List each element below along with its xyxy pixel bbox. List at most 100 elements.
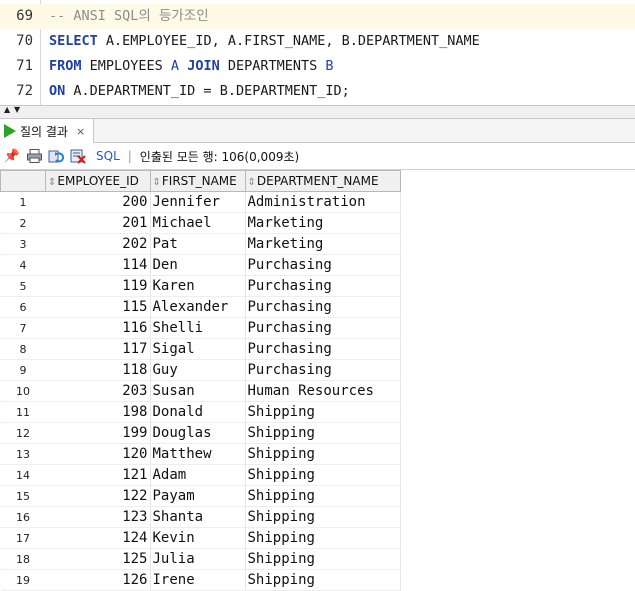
cell-department-name[interactable]: Shipping [245,401,401,423]
cell-employee-id[interactable]: 120 [45,443,151,465]
tab-query-result[interactable]: 질의 결과 × [0,119,95,143]
code-text[interactable]: FROM EMPLOYEES A JOIN DEPARTMENTS B [49,54,334,79]
table-row[interactable]: 12 199 Douglas Shipping [0,422,401,444]
cell-department-name[interactable]: Shipping [245,485,401,507]
result-grid[interactable]: ⇕EMPLOYEE_ID ⇕FIRST_NAME ⇕DEPARTMENT_NAM… [0,170,635,591]
cell-department-name[interactable]: Purchasing [245,275,401,297]
cell-employee-id[interactable]: 118 [45,359,151,381]
table-row[interactable]: 19 126 Irene Shipping [0,569,401,591]
cell-employee-id[interactable]: 114 [45,254,151,276]
cell-employee-id[interactable]: 115 [45,296,151,318]
cell-employee-id[interactable]: 124 [45,527,151,549]
cell-first-name[interactable]: Irene [150,569,246,591]
cell-employee-id[interactable]: 117 [45,338,151,360]
cell-department-name[interactable]: Shipping [245,548,401,570]
cell-employee-id[interactable]: 198 [45,401,151,423]
cell-first-name[interactable]: Julia [150,548,246,570]
cell-first-name[interactable]: Shelli [150,317,246,339]
table-row[interactable]: 13 120 Matthew Shipping [0,443,401,465]
column-header-employee-id[interactable]: ⇕EMPLOYEE_ID [45,170,151,192]
refresh-icon[interactable] [48,148,64,164]
cell-department-name[interactable]: Shipping [245,569,401,591]
sort-icon[interactable]: ⇕ [48,177,56,188]
cell-department-name[interactable]: Shipping [245,464,401,486]
table-row[interactable]: 10 203 Susan Human Resources [0,380,401,402]
cell-department-name[interactable]: Purchasing [245,254,401,276]
cell-department-name[interactable]: Purchasing [245,296,401,318]
cell-first-name[interactable]: Michael [150,212,246,234]
cell-first-name[interactable]: Guy [150,359,246,381]
table-row[interactable]: 18 125 Julia Shipping [0,548,401,570]
cell-department-name[interactable]: Shipping [245,422,401,444]
code-line[interactable]: 72 ON A.DEPARTMENT_ID = B.DEPARTMENT_ID; [0,79,635,104]
table-row[interactable]: 3 202 Pat Marketing [0,233,401,255]
print-icon[interactable] [26,148,42,164]
cell-first-name[interactable]: Karen [150,275,246,297]
cell-first-name[interactable]: Alexander [150,296,246,318]
table-row[interactable]: 6 115 Alexander Purchasing [0,296,401,318]
code-text[interactable]: SELECT A.EMPLOYEE_ID, A.FIRST_NAME, B.DE… [49,29,480,54]
cell-first-name[interactable]: Matthew [150,443,246,465]
cell-employee-id[interactable]: 122 [45,485,151,507]
cell-department-name[interactable]: Purchasing [245,317,401,339]
cancel-fetch-icon[interactable] [70,148,86,164]
code-line[interactable]: 71 FROM EMPLOYEES A JOIN DEPARTMENTS B [0,54,635,79]
code-text[interactable]: ON A.DEPARTMENT_ID = B.DEPARTMENT_ID; [49,79,350,104]
code-line[interactable]: 70 SELECT A.EMPLOYEE_ID, A.FIRST_NAME, B.… [0,29,635,54]
column-header-department-name[interactable]: ⇕DEPARTMENT_NAME [244,170,401,192]
table-row[interactable]: 15 122 Payam Shipping [0,485,401,507]
cell-first-name[interactable]: Sigal [150,338,246,360]
cell-first-name[interactable]: Kevin [150,527,246,549]
cell-department-name[interactable]: Purchasing [245,359,401,381]
cell-employee-id[interactable]: 116 [45,317,151,339]
sql-link[interactable]: SQL [96,149,120,163]
table-row[interactable]: 11 198 Donald Shipping [0,401,401,423]
cell-first-name[interactable]: Pat [150,233,246,255]
table-row[interactable]: 2 201 Michael Marketing [0,212,401,234]
cell-department-name[interactable]: Administration [245,191,401,213]
table-row[interactable]: 16 123 Shanta Shipping [0,506,401,528]
cell-department-name[interactable]: Shipping [245,443,401,465]
sql-editor[interactable]: 69 -- ANSI SQL의 등가조인 70 SELECT A.EMPLOYEE_I… [0,0,635,105]
cell-department-name[interactable]: Marketing [245,233,401,255]
cell-first-name[interactable]: Payam [150,485,246,507]
cell-first-name[interactable]: Adam [150,464,246,486]
cell-employee-id[interactable]: 125 [45,548,151,570]
cell-first-name[interactable]: Douglas [150,422,246,444]
cell-employee-id[interactable]: 119 [45,275,151,297]
cell-department-name[interactable]: Shipping [245,527,401,549]
collapse-up-icon[interactable]: ▲ [4,106,10,114]
code-text[interactable]: -- ANSI SQL의 등가조인 [49,4,209,29]
cell-department-name[interactable]: Marketing [245,212,401,234]
table-row[interactable]: 17 124 Kevin Shipping [0,527,401,549]
table-row[interactable]: 8 117 Sigal Purchasing [0,338,401,360]
cell-employee-id[interactable]: 201 [45,212,151,234]
cell-first-name[interactable]: Donald [150,401,246,423]
cell-employee-id[interactable]: 126 [45,569,151,591]
table-row[interactable]: 7 116 Shelli Purchasing [0,317,401,339]
cell-first-name[interactable]: Jennifer [150,191,246,213]
column-header-first-name[interactable]: ⇕FIRST_NAME [149,170,246,192]
panel-splitter[interactable]: ▲ ▼ [0,105,635,119]
cell-department-name[interactable]: Purchasing [245,338,401,360]
cell-employee-id[interactable]: 203 [45,380,151,402]
collapse-down-icon[interactable]: ▼ [14,106,20,114]
table-row[interactable]: 14 121 Adam Shipping [0,464,401,486]
close-icon[interactable]: × [76,125,85,138]
cell-department-name[interactable]: Human Resources [245,380,401,402]
pin-icon[interactable]: 📌 [4,148,20,164]
sort-icon[interactable]: ⇕ [248,177,256,188]
cell-first-name[interactable]: Den [150,254,246,276]
cell-employee-id[interactable]: 121 [45,464,151,486]
table-row[interactable]: 9 118 Guy Purchasing [0,359,401,381]
table-row[interactable]: 5 119 Karen Purchasing [0,275,401,297]
code-line[interactable]: 69 -- ANSI SQL의 등가조인 [0,4,635,29]
cell-employee-id[interactable]: 200 [45,191,151,213]
cell-employee-id[interactable]: 199 [45,422,151,444]
cell-first-name[interactable]: Shanta [150,506,246,528]
cell-department-name[interactable]: Shipping [245,506,401,528]
cell-first-name[interactable]: Susan [150,380,246,402]
cell-employee-id[interactable]: 123 [45,506,151,528]
table-row[interactable]: 4 114 Den Purchasing [0,254,401,276]
table-row[interactable]: 1 200 Jennifer Administration [0,191,401,213]
